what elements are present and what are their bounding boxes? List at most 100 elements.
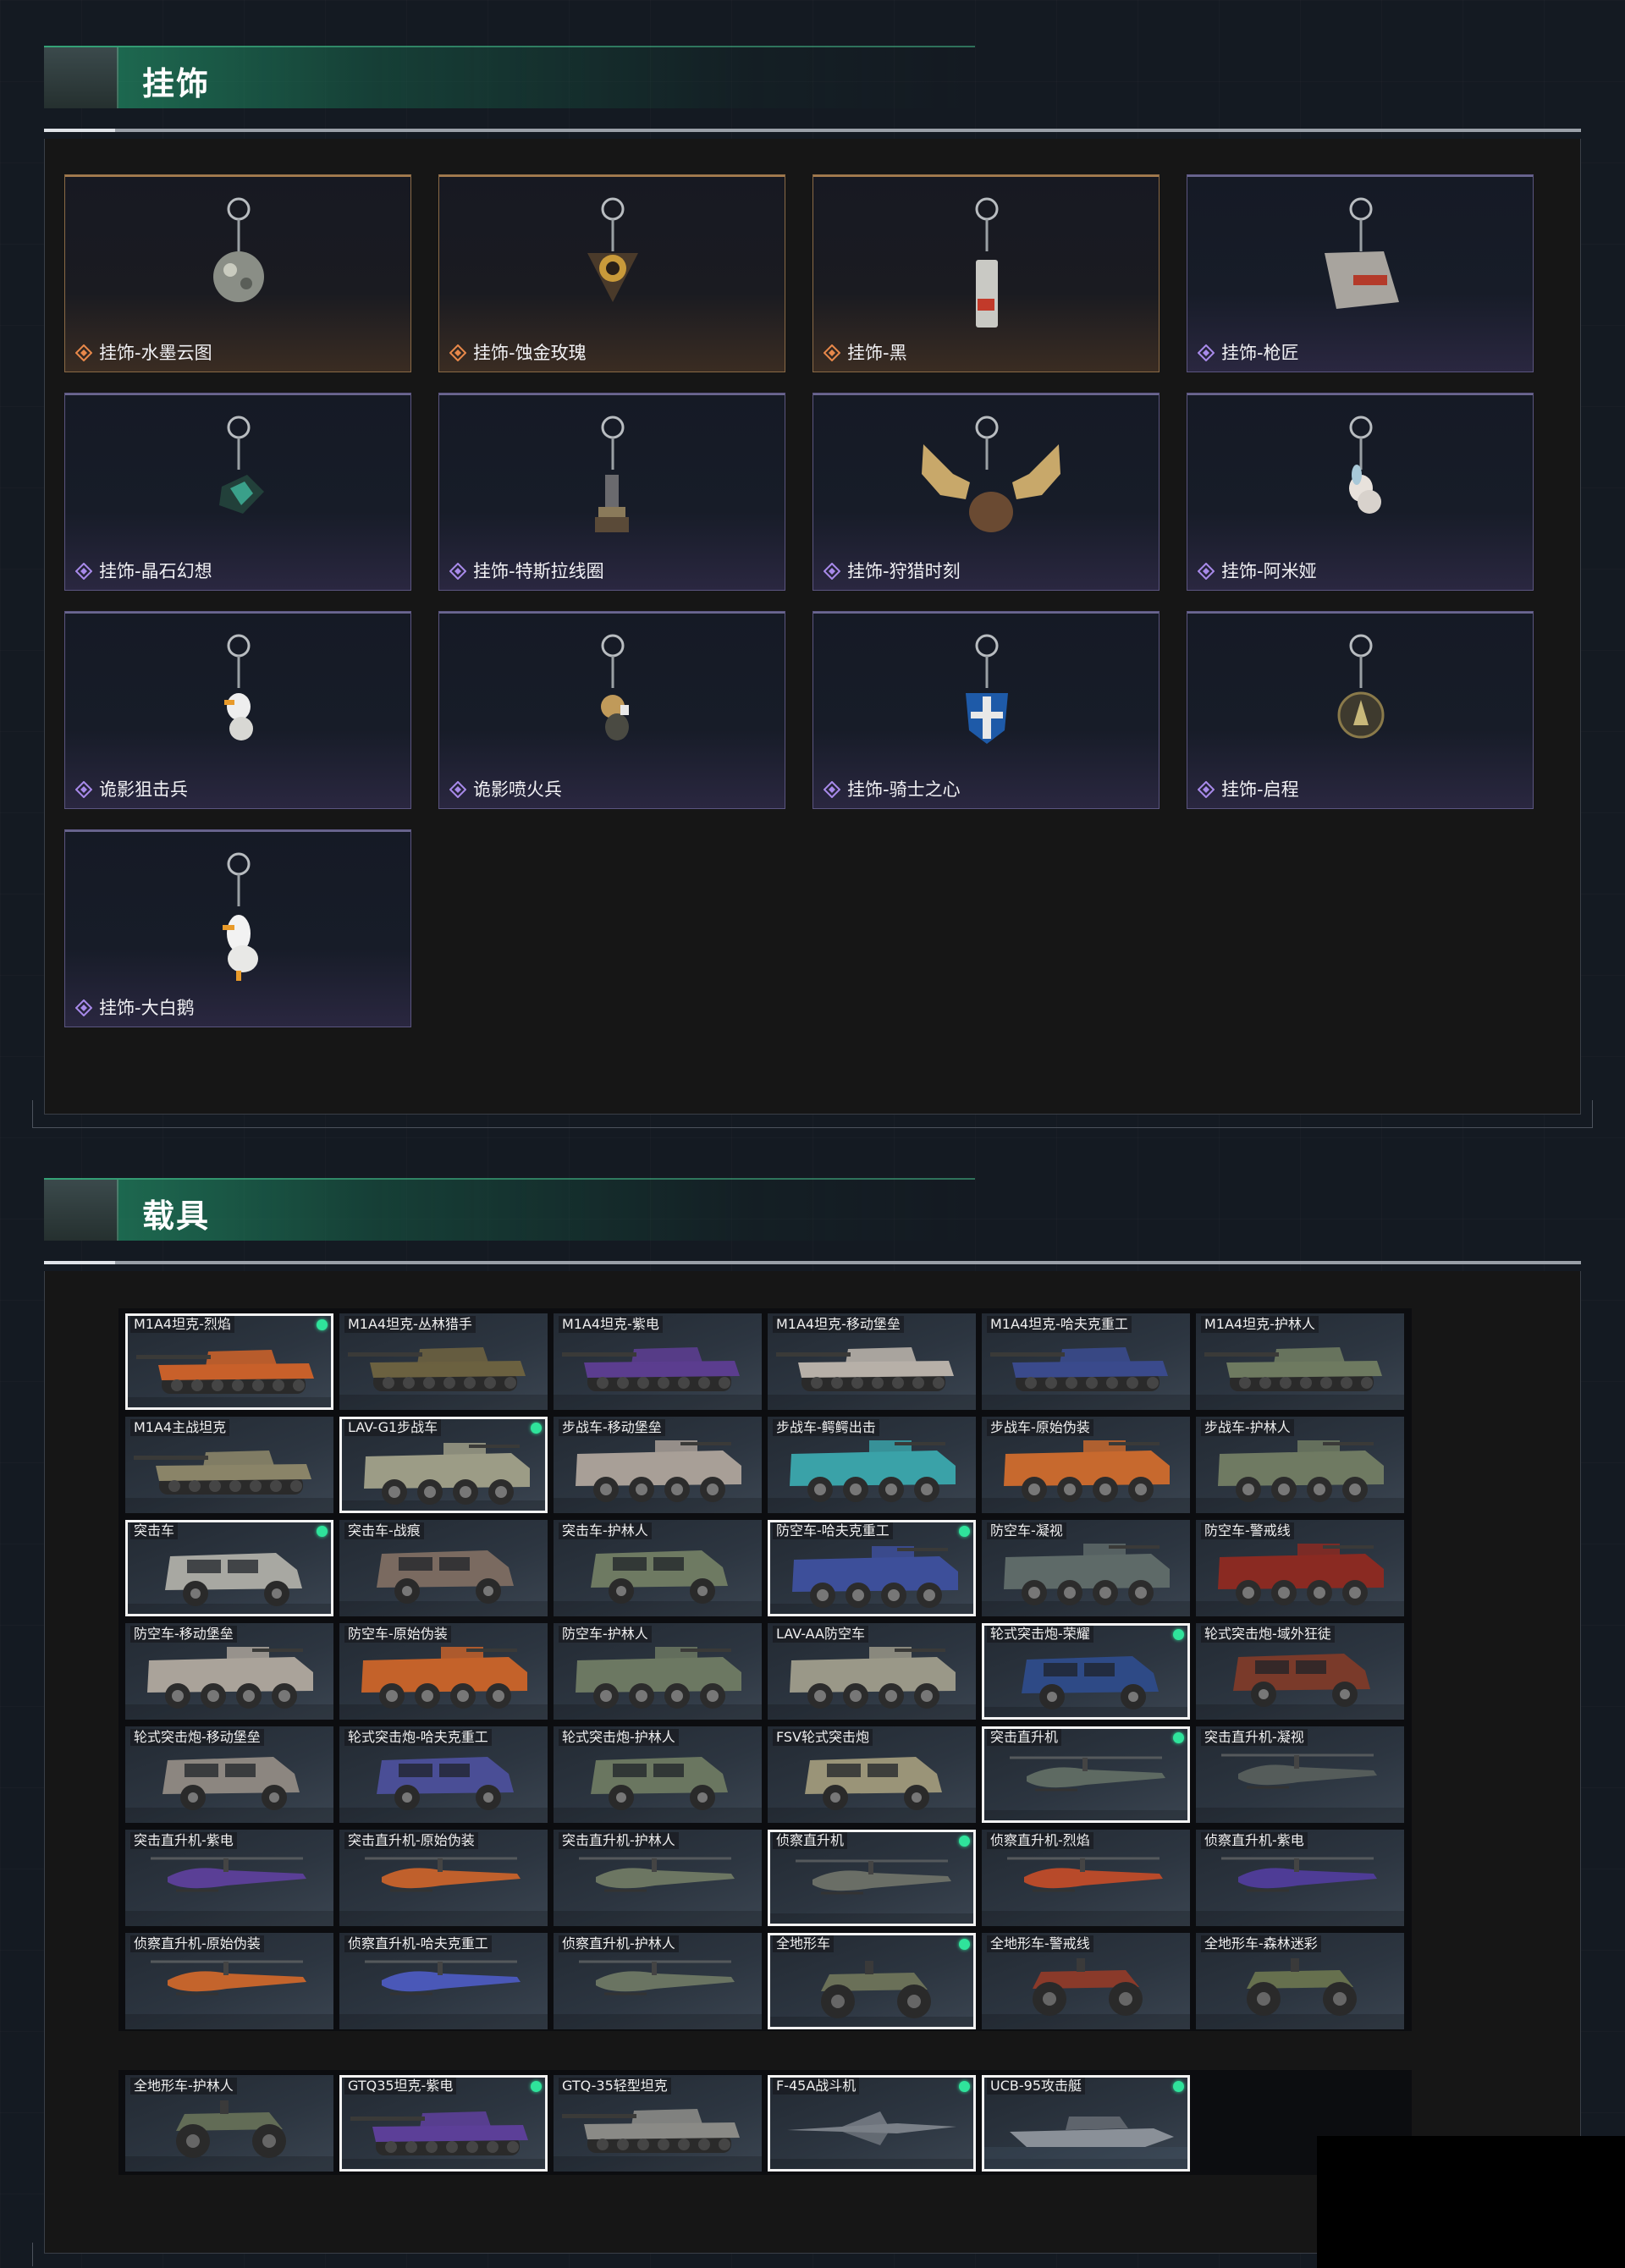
vehicle-label: 侦察直升机 [773,1832,848,1849]
vehicle-card[interactable]: 轮式突击炮-移动堡垒 [125,1726,333,1823]
vehicle-card[interactable]: 侦察直升机-护林人 [554,1933,762,2029]
pendant-card[interactable]: 挂饰-特斯拉线圈 [438,393,785,591]
vehicle-card[interactable]: 防空车-哈夫克重工 [768,1520,976,1616]
vehicle-card[interactable]: 突击直升机-凝视 [1196,1726,1404,1823]
goose-flamer-pendant-icon [439,612,786,781]
equipped-status-dot [959,1526,970,1537]
vehicle-card[interactable]: LAV-G1步战车 [339,1417,548,1513]
vehicle-label: 突击车 [130,1522,179,1539]
card-pendant-icon [813,175,1160,344]
vehicle-card[interactable]: M1A4坦克-移动堡垒 [768,1313,976,1410]
tesla-coil-pendant-icon [439,394,786,563]
equipped-status-dot [531,2081,542,2092]
vehicle-card[interactable]: F-45A战斗机 [768,2075,976,2172]
pendant-card[interactable]: 诡影喷火兵 [438,611,785,809]
vehicle-label: 防空车-哈夫克重工 [773,1522,893,1539]
pendant-card[interactable]: 挂饰-晶石幻想 [64,393,411,591]
vehicle-card[interactable]: 突击直升机-原始伪装 [339,1830,548,1926]
pendant-card[interactable]: 挂饰-枪匠 [1187,174,1534,372]
vehicle-card[interactable]: GTQ-35轻型坦克 [554,2075,762,2172]
vehicle-label: 防空车-警戒线 [1201,1522,1294,1539]
equipped-status-dot [531,1423,542,1434]
vehicle-card[interactable]: 全地形车-护林人 [125,2075,333,2172]
vehicle-card[interactable]: 侦察直升机-紫电 [1196,1830,1404,1926]
vehicle-card[interactable]: 突击车 [125,1520,333,1616]
vehicle-card[interactable]: 侦察直升机-烈焰 [982,1830,1190,1926]
rarity-diamond-icon [75,999,92,1016]
vehicle-card[interactable]: 突击车-护林人 [554,1520,762,1616]
pendant-label: 诡影狙击兵 [99,779,188,800]
vehicle-card[interactable]: 全地形车-森林迷彩 [1196,1933,1404,2029]
vehicle-card[interactable]: M1A4坦克-护林人 [1196,1313,1404,1410]
vehicle-card[interactable]: 步战车-鳄鳄出击 [768,1417,976,1513]
vehicle-label: 步战车-护林人 [1201,1419,1294,1436]
vehicle-label: 突击直升机-紫电 [130,1832,237,1849]
header-notch-decoration [44,1180,118,1241]
rarity-diamond-icon [449,563,466,580]
vehicle-label: GTQ-35轻型坦克 [559,2078,671,2095]
vehicle-label: M1A4坦克-紫电 [559,1316,663,1333]
vehicle-label: M1A4坦克-烈焰 [130,1316,234,1333]
vehicle-card[interactable]: 侦察直升机-原始伪装 [125,1933,333,2029]
pendant-label: 挂饰-黑 [847,343,907,363]
pendant-card[interactable]: 挂饰-骑士之心 [812,611,1160,809]
vehicle-card[interactable]: 全地形车 [768,1933,976,2029]
vehicle-card[interactable]: 防空车-警戒线 [1196,1520,1404,1616]
vehicle-label: M1A4坦克-移动堡垒 [773,1316,904,1333]
vehicle-card[interactable]: UCB-95攻击艇 [982,2075,1190,2172]
pendant-card[interactable]: 挂饰-狩猎时刻 [812,393,1160,591]
pendant-label: 挂饰-枪匠 [1221,343,1299,363]
vehicle-card[interactable]: 轮式突击炮-域外狂徒 [1196,1623,1404,1720]
pendant-card[interactable]: 挂饰-大白鹅 [64,829,411,1027]
vehicle-label: 侦察直升机-哈夫克重工 [344,1935,492,1952]
vehicle-label: M1A4坦克-哈夫克重工 [987,1316,1132,1333]
vehicle-label: 轮式突击炮-哈夫克重工 [344,1729,492,1746]
vehicle-card[interactable]: 防空车-移动堡垒 [125,1623,333,1720]
pendant-label: 挂饰-特斯拉线圈 [473,561,604,581]
rarity-diamond-icon [1198,563,1215,580]
vehicle-card[interactable]: 防空车-护林人 [554,1623,762,1720]
vehicle-card[interactable]: GTQ35坦克-紫电 [339,2075,548,2172]
vehicle-card[interactable]: M1A4坦克-哈夫克重工 [982,1313,1190,1410]
vehicle-card[interactable]: 步战车-护林人 [1196,1417,1404,1513]
rarity-diamond-icon [75,344,92,361]
pendant-card[interactable]: 挂饰-水墨云图 [64,174,411,372]
vehicle-card[interactable]: 轮式突击炮-护林人 [554,1726,762,1823]
vehicle-card[interactable]: FSV轮式突击炮 [768,1726,976,1823]
vehicle-card[interactable]: M1A4坦克-紫电 [554,1313,762,1410]
vehicle-card[interactable]: 突击直升机-护林人 [554,1830,762,1926]
vehicle-card[interactable]: 突击直升机 [982,1726,1190,1823]
vehicle-card[interactable]: 防空车-原始伪装 [339,1623,548,1720]
pendant-section-header: 挂饰 [44,46,975,108]
rose-emblem-pendant-icon [439,175,786,344]
vehicle-card[interactable]: 突击车-战痕 [339,1520,548,1616]
pendant-card[interactable]: 挂饰-蚀金玫瑰 [438,174,785,372]
vehicle-label: 轮式突击炮-移动堡垒 [130,1729,264,1746]
pendant-card[interactable]: 挂饰-启程 [1187,611,1534,809]
vehicle-label: 防空车-护林人 [559,1626,652,1643]
pendant-card[interactable]: 挂饰-阿米娅 [1187,393,1534,591]
equipped-status-dot [317,1319,328,1330]
vehicle-card[interactable]: LAV-AA防空车 [768,1623,976,1720]
vehicle-card[interactable]: 步战车-原始伪装 [982,1417,1190,1513]
pendant-section-title: 挂饰 [142,65,211,102]
vehicle-card[interactable]: M1A4坦克-烈焰 [125,1313,333,1410]
pendant-label: 诡影喷火兵 [473,779,562,800]
vehicle-label: 侦察直升机-护林人 [559,1935,679,1952]
vehicle-card[interactable]: 全地形车-警戒线 [982,1933,1190,2029]
vehicle-card[interactable]: 突击直升机-紫电 [125,1830,333,1926]
pendant-card[interactable]: 挂饰-黑 [812,174,1160,372]
vehicle-card[interactable]: 侦察直升机 [768,1830,976,1926]
vehicle-card[interactable]: M1A4坦克-丛林猎手 [339,1313,548,1410]
vehicle-card[interactable]: 步战车-移动堡垒 [554,1417,762,1513]
pendant-card[interactable]: 诡影狙击兵 [64,611,411,809]
vehicle-card[interactable]: 轮式突击炮-荣耀 [982,1623,1190,1720]
equipped-status-dot [959,2081,970,2092]
equipped-status-dot [959,1836,970,1847]
white-goose-pendant-icon [65,830,412,999]
vehicle-card[interactable]: 防空车-凝视 [982,1520,1190,1616]
vehicle-card[interactable]: M1A4主战坦克 [125,1417,333,1513]
vehicle-label: M1A4坦克-丛林猎手 [344,1316,476,1333]
vehicle-card[interactable]: 轮式突击炮-哈夫克重工 [339,1726,548,1823]
vehicle-card[interactable]: 侦察直升机-哈夫克重工 [339,1933,548,2029]
